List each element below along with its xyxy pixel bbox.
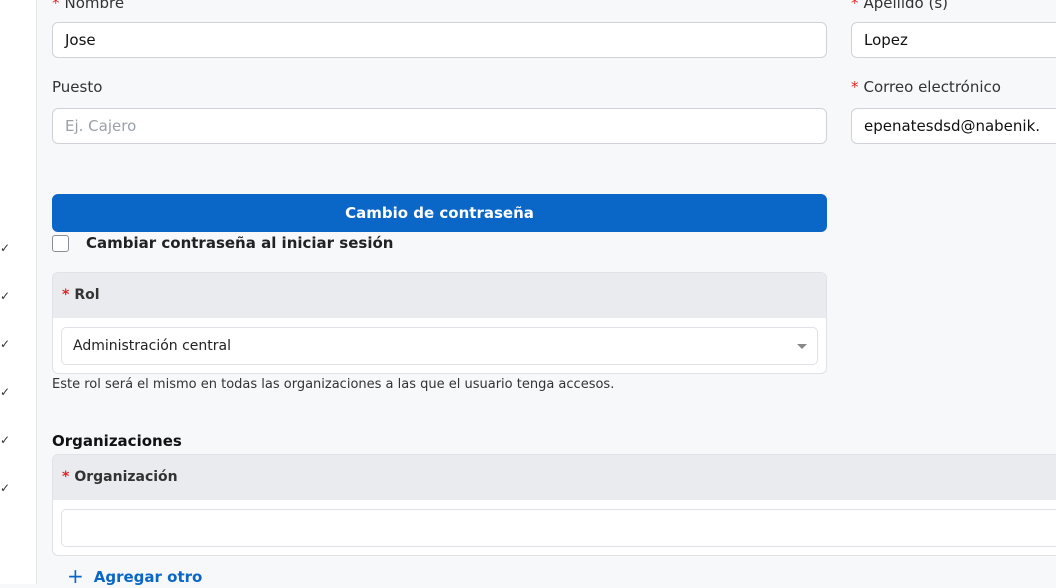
required-mark: *: [62, 469, 70, 485]
rol-selected-value: Administración central: [73, 338, 231, 354]
check-icon: ✓: [0, 481, 11, 495]
chevron-down-icon: [797, 344, 807, 349]
add-another-link[interactable]: + Agregar otro: [67, 563, 202, 588]
rol-select[interactable]: Administración central: [61, 327, 818, 365]
organizacion-panel: * Organización: [52, 454, 1056, 556]
rol-panel: * Rol Administración central: [52, 272, 827, 374]
puesto-label: Puesto: [52, 78, 103, 96]
required-mark: *: [851, 0, 859, 12]
required-mark: *: [62, 287, 70, 303]
organizacion-select[interactable]: [61, 509, 1056, 547]
check-icon: ✓: [0, 385, 11, 399]
apellido-label: * Apellido (s): [851, 0, 948, 12]
puesto-input[interactable]: Ej. Cajero: [52, 108, 827, 144]
rol-help-text: Este rol será el mismo en todas las orga…: [52, 377, 615, 392]
correo-input[interactable]: epenatesdsd@nabenik.: [851, 108, 1056, 144]
organizaciones-title: Organizaciones: [52, 432, 182, 450]
change-password-button[interactable]: Cambio de contraseña: [52, 194, 827, 232]
change-password-checkbox-label[interactable]: Cambiar contraseña al iniciar sesión: [86, 234, 393, 252]
change-password-checkbox[interactable]: [52, 235, 69, 252]
sidebar: ✓ ✓ ✓ ✓ ✓ ✓: [0, 0, 37, 584]
rol-header: * Rol: [53, 273, 826, 318]
required-mark: *: [52, 0, 60, 12]
nombre-input[interactable]: Jose: [52, 22, 827, 58]
check-icon: ✓: [0, 433, 11, 447]
check-icon: ✓: [0, 337, 11, 351]
correo-label: * Correo electrónico: [851, 78, 1001, 96]
required-mark: *: [851, 78, 859, 96]
nombre-label: * Nombre: [52, 0, 124, 12]
check-icon: ✓: [0, 289, 11, 303]
apellido-input[interactable]: Lopez: [851, 22, 1056, 58]
check-icon: ✓: [0, 241, 11, 255]
plus-icon: +: [67, 564, 84, 588]
organizacion-header: * Organización: [53, 455, 1056, 500]
